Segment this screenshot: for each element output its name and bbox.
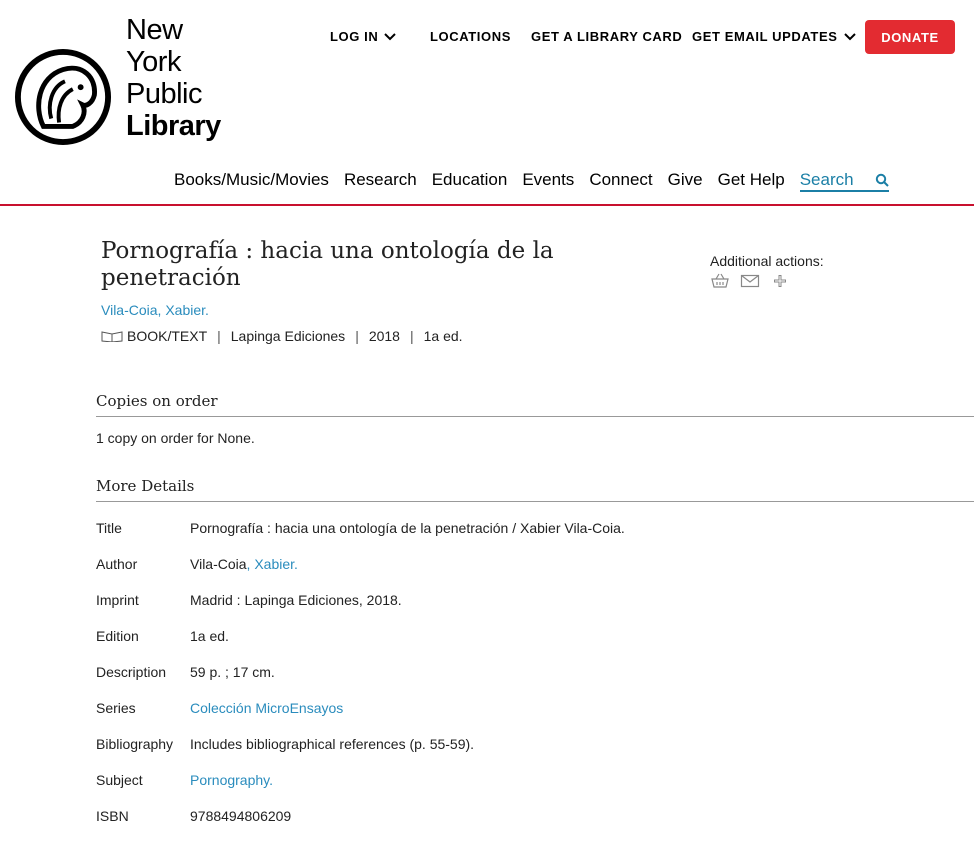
details-label: Imprint (96, 592, 139, 608)
details-label: ISBN (96, 808, 129, 824)
details-row-edition: Edition 1a ed. (96, 628, 229, 644)
nav-research[interactable]: Research (344, 170, 417, 192)
details-label: Author (96, 556, 138, 572)
nav-search-label: Search (799, 170, 854, 189)
logo-wordmark: New York Public Library (126, 14, 244, 142)
nav-search[interactable]: Search (799, 170, 889, 192)
details-row-subject: Subject Pornography. (96, 772, 273, 788)
record-publisher: Lapinga Ediciones (230, 328, 346, 344)
meta-separator: | (217, 328, 221, 344)
record-title: Pornografía : hacia una ontología de la … (101, 238, 554, 291)
additional-actions: Additional actions: (710, 253, 824, 289)
nav-books-music-movies[interactable]: Books/Music/Movies (174, 170, 329, 192)
envelope-icon[interactable] (740, 273, 760, 289)
logo-line-3: Library (126, 110, 221, 142)
subject-link[interactable]: Pornography. (190, 772, 273, 788)
donate-button[interactable]: DONATE (865, 20, 955, 54)
series-link[interactable]: Colección MicroEnsayos (190, 700, 343, 716)
record-year: 2018 (368, 328, 400, 344)
additional-actions-label: Additional actions: (710, 253, 824, 269)
details-row-description: Description 59 p. ; 17 cm. (96, 664, 275, 680)
record-meta: BOOK/TEXT | Lapinga Ediciones | 2018 | 1… (101, 328, 463, 344)
header-divider (0, 204, 974, 206)
nav-connect[interactable]: Connect (589, 170, 652, 192)
details-label: Bibliography (96, 736, 174, 752)
search-icon (875, 173, 889, 187)
email-updates-label: GET EMAIL UPDATES (692, 29, 838, 44)
logo-line-2: Public (126, 78, 203, 110)
login-label: LOG IN (330, 29, 379, 44)
meta-separator: | (409, 328, 414, 344)
plus-icon[interactable] (770, 273, 790, 289)
main-nav: Books/Music/Movies Research Education Ev… (174, 170, 904, 192)
basket-icon[interactable] (710, 273, 730, 289)
record-author-link[interactable]: Vila-Coia, Xabier. (101, 302, 209, 318)
logo-line-1: New York (126, 14, 183, 78)
record-format: BOOK/TEXT (127, 328, 208, 344)
details-value: 59 p. ; 17 cm. (190, 664, 275, 680)
record-edition: 1a ed. (423, 328, 463, 344)
details-row-bibliography: Bibliography Includes bibliographical re… (96, 736, 474, 752)
details-label: Series (96, 700, 136, 716)
login-menu[interactable]: LOG IN (330, 29, 397, 44)
details-heading: More Details (96, 477, 974, 502)
details-row-title: Title Pornografía : hacia una ontología … (96, 520, 625, 536)
nav-get-help[interactable]: Get Help (718, 170, 785, 192)
copies-heading: Copies on order (96, 392, 974, 417)
details-row-author: Author Vila-Coia, Xabier. (96, 556, 298, 572)
chevron-down-icon (843, 32, 856, 40)
details-value: 1a ed. (190, 628, 229, 644)
details-label: Description (96, 664, 167, 680)
details-row-imprint: Imprint Madrid : Lapinga Ediciones, 2018… (96, 592, 402, 608)
nypl-logo[interactable]: New York Public Library (14, 14, 244, 149)
details-label: Title (96, 520, 122, 536)
chevron-down-icon (384, 32, 397, 40)
details-value: 9788494806209 (190, 808, 292, 824)
book-icon (101, 331, 123, 342)
details-row-isbn: ISBN 9788494806209 (96, 808, 291, 824)
library-card-link[interactable]: GET A LIBRARY CARD (531, 29, 682, 44)
author-link[interactable]: , Xabier. (247, 556, 298, 572)
details-row-series: Series Colección MicroEnsayos (96, 700, 343, 716)
copies-text: 1 copy on order for None. (96, 430, 255, 446)
email-updates-menu[interactable]: GET EMAIL UPDATES (692, 29, 856, 44)
details-label: Subject (96, 772, 143, 788)
nav-events[interactable]: Events (522, 170, 574, 192)
nypl-lion-logo-icon (14, 48, 112, 146)
nav-give[interactable]: Give (668, 170, 703, 192)
details-value: Vila-Coia (190, 556, 247, 572)
meta-separator: | (355, 328, 359, 344)
nav-education[interactable]: Education (432, 170, 508, 192)
details-value: Pornografía : hacia una ontología de la … (190, 520, 625, 536)
details-label: Edition (96, 628, 139, 644)
details-value: Madrid : Lapinga Ediciones, 2018. (190, 592, 402, 608)
details-value: Includes bibliographical references (p. … (190, 736, 475, 752)
locations-link[interactable]: LOCATIONS (430, 29, 511, 44)
